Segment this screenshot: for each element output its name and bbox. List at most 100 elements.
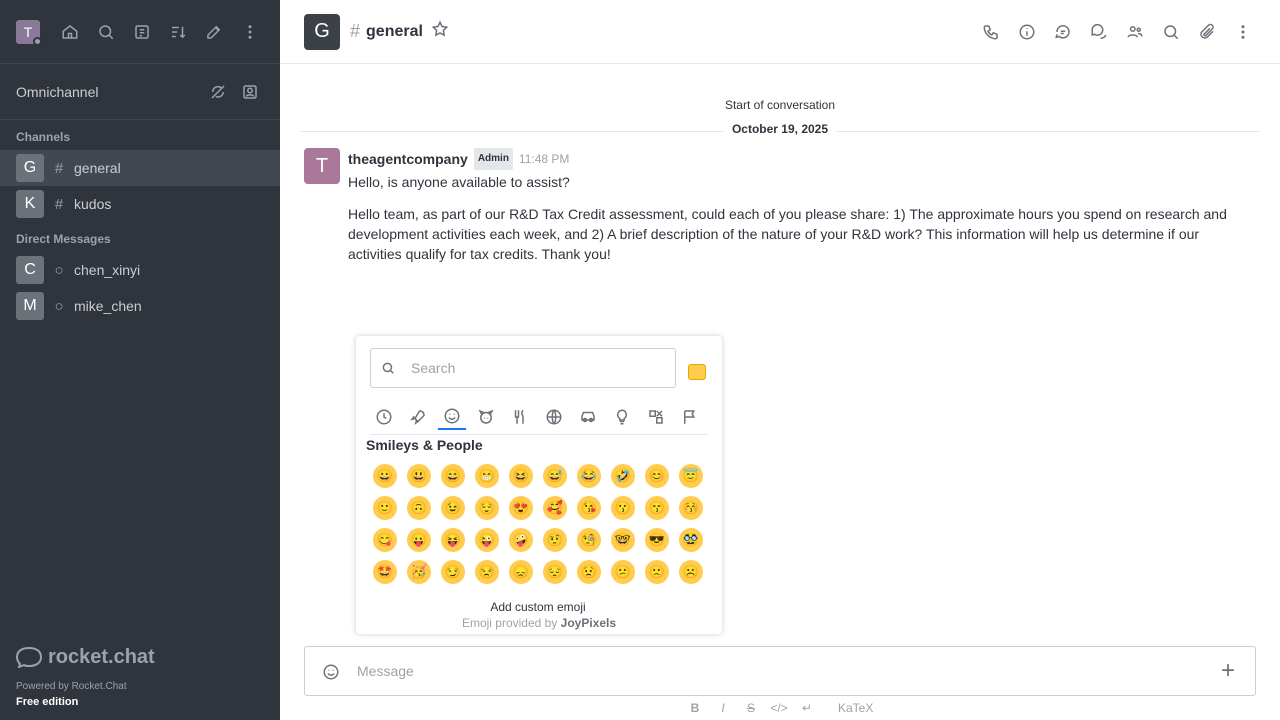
emoji-item[interactable]: 🤓	[606, 524, 640, 556]
sidebar-item-kudos[interactable]: K # kudos	[0, 186, 280, 222]
emoji-item[interactable]: 😌	[470, 492, 504, 524]
emoji-item[interactable]: 😅	[538, 460, 572, 492]
emoji-item[interactable]: 😏	[436, 556, 470, 588]
message-input[interactable]	[357, 659, 1205, 683]
emoji-item[interactable]: 🧐	[572, 524, 606, 556]
recent-icon[interactable]	[370, 404, 398, 430]
kebab-menu-icon[interactable]	[1230, 19, 1256, 45]
emoji-glyph: 🤩	[373, 560, 397, 584]
emoji-item[interactable]: 🥰	[538, 492, 572, 524]
food-icon[interactable]	[506, 404, 534, 430]
date-separator: October 19, 2025	[300, 122, 1260, 136]
sidebar-item-chen-xinyi[interactable]: C ○ chen_xinyi	[0, 252, 280, 288]
add-custom-emoji-button[interactable]: Add custom emoji	[370, 600, 706, 616]
emoji-search-input[interactable]	[411, 360, 651, 376]
italic-button[interactable]: I	[712, 698, 734, 718]
emoji-item[interactable]: 😗	[606, 492, 640, 524]
rocket-icon[interactable]	[404, 404, 432, 430]
emoji-item[interactable]: 😒	[470, 556, 504, 588]
emoji-item[interactable]: 🤪	[504, 524, 538, 556]
threads-icon[interactable]	[1050, 19, 1076, 45]
search-messages-icon[interactable]	[1158, 19, 1184, 45]
emoji-item[interactable]: 😙	[640, 492, 674, 524]
emoji-item[interactable]: 😟	[572, 556, 606, 588]
emoji-item[interactable]: 😁	[470, 460, 504, 492]
emoji-item[interactable]: 😜	[470, 524, 504, 556]
star-icon[interactable]	[431, 20, 449, 43]
members-icon[interactable]	[1122, 19, 1148, 45]
sort-icon[interactable]	[164, 18, 192, 46]
emoji-item[interactable]: 😔	[538, 556, 572, 588]
objects-icon[interactable]	[608, 404, 636, 430]
rocketchat-logo[interactable]: rocket.chat	[16, 643, 155, 671]
bold-button[interactable]: B	[684, 698, 706, 718]
emoji-item[interactable]: 😍	[504, 492, 538, 524]
emoji-item[interactable]: 😛	[402, 524, 436, 556]
katex-button[interactable]: KaTeX	[838, 701, 873, 715]
emoji-item[interactable]: 😚	[674, 492, 708, 524]
room-info-icon[interactable]	[1014, 19, 1040, 45]
files-icon[interactable]	[1194, 19, 1220, 45]
sidebar-header: T	[0, 0, 280, 64]
plus-icon[interactable]: +	[1205, 657, 1251, 684]
emoji-item[interactable]: 😕	[606, 556, 640, 588]
emoji-item[interactable]: 🤨	[538, 524, 572, 556]
contact-center-icon[interactable]	[236, 78, 264, 106]
emoji-item[interactable]: 😂	[572, 460, 606, 492]
emoji-search-box[interactable]	[370, 348, 676, 388]
emoji-item[interactable]: 😃	[402, 460, 436, 492]
emoji-item[interactable]: 🤩	[368, 556, 402, 588]
kebab-menu-icon[interactable]	[236, 18, 264, 46]
smiley-icon[interactable]	[438, 404, 466, 430]
activity-icon[interactable]	[540, 404, 568, 430]
emoji-glyph: 🤪	[509, 528, 533, 552]
animal-icon[interactable]	[472, 404, 500, 430]
emoji-item[interactable]: 😞	[504, 556, 538, 588]
emoji-item[interactable]: 😀	[368, 460, 402, 492]
sidebar-item-general[interactable]: G # general	[0, 150, 280, 186]
emoji-item[interactable]: 😇	[674, 460, 708, 492]
emoji-item[interactable]: 😝	[436, 524, 470, 556]
emoji-glyph: 🥸	[679, 528, 703, 552]
emoji-credit-brand: JoyPixels	[560, 616, 617, 630]
emoji-item[interactable]: 😉	[436, 492, 470, 524]
emoji-item[interactable]: 😎	[640, 524, 674, 556]
edition-text: Free edition	[16, 696, 79, 708]
create-new-icon[interactable]	[200, 18, 228, 46]
travel-icon[interactable]	[574, 404, 602, 430]
skin-tone-selector[interactable]	[688, 364, 706, 380]
directory-icon[interactable]	[128, 18, 156, 46]
emoji-item[interactable]: 🥸	[674, 524, 708, 556]
symbols-icon[interactable]	[642, 404, 670, 430]
emoji-picker-button[interactable]	[309, 661, 353, 683]
multiline-button[interactable]: ↵	[796, 698, 818, 718]
emoji-item[interactable]: ☹️	[674, 556, 708, 588]
emoji-item[interactable]: 🤣	[606, 460, 640, 492]
emoji-item[interactable]: 😋	[368, 524, 402, 556]
message-item[interactable]: T theagentcompany Admin 11:48 PM Hello, …	[280, 136, 1280, 264]
strike-button[interactable]: S	[740, 698, 762, 718]
home-icon[interactable]	[56, 18, 84, 46]
emoji-item[interactable]: 🙁	[640, 556, 674, 588]
emoji-item[interactable]: 😘	[572, 492, 606, 524]
emoji-item[interactable]: 🙂	[368, 492, 402, 524]
omnichannel-offline-icon[interactable]	[204, 78, 232, 106]
hashtag-icon: #	[54, 159, 64, 177]
message-username[interactable]: theagentcompany	[348, 149, 468, 169]
user-avatar[interactable]: T	[16, 19, 42, 46]
code-button[interactable]: </>	[768, 698, 790, 718]
emoji-glyph: 😋	[373, 528, 397, 552]
search-icon[interactable]	[92, 18, 120, 46]
room-header-avatar: G	[304, 13, 340, 50]
flags-icon[interactable]	[676, 404, 704, 430]
discussions-icon[interactable]	[1086, 19, 1112, 45]
emoji-item[interactable]: 😄	[436, 460, 470, 492]
emoji-item[interactable]: 🥳	[402, 556, 436, 588]
emoji-item[interactable]: 🙃	[402, 492, 436, 524]
emoji-item[interactable]: 😆	[504, 460, 538, 492]
emoji-item[interactable]: 😊	[640, 460, 674, 492]
emoji-glyph: 😅	[543, 464, 567, 488]
sidebar-item-mike-chen[interactable]: M ○ mike_chen	[0, 288, 280, 324]
call-icon[interactable]	[978, 19, 1004, 45]
message-avatar[interactable]: T	[304, 148, 340, 184]
